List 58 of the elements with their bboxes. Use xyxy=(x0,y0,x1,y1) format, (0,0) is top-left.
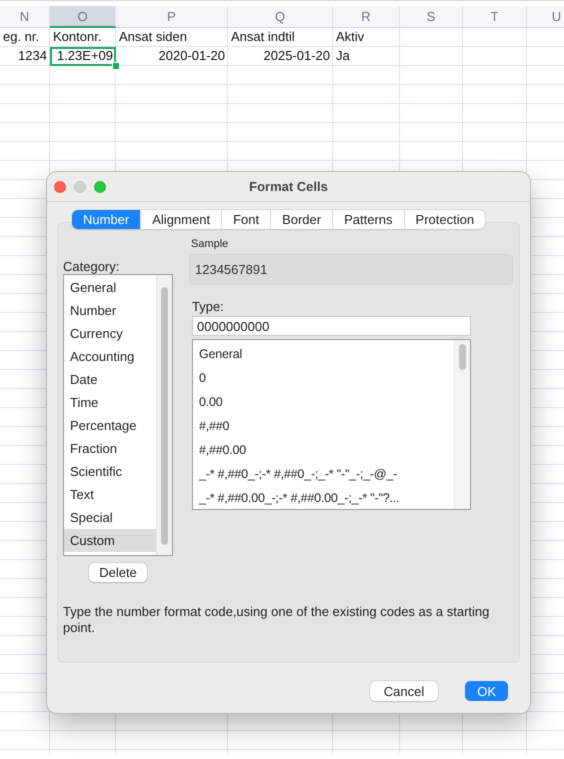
minimize-icon[interactable] xyxy=(74,180,86,192)
list-item[interactable]: General xyxy=(193,342,454,366)
column-header[interactable]: P xyxy=(116,6,228,28)
list-item[interactable]: Percentage xyxy=(64,414,156,437)
list-item[interactable]: #,##0.00 xyxy=(193,438,454,462)
table-cell[interactable]: 2020-01-20 xyxy=(116,47,228,66)
tab[interactable]: Number xyxy=(72,210,140,229)
column-header[interactable]: T xyxy=(463,6,527,28)
description-text: Type the number format code,using one of the existing codes as a starting point. xyxy=(63,604,490,636)
list-item[interactable]: 0 xyxy=(193,366,454,390)
list-item[interactable]: Currency xyxy=(64,322,156,345)
table-cell[interactable]: Kontonr. xyxy=(50,28,116,47)
list-item[interactable]: Time xyxy=(64,391,156,414)
category-label: Category: xyxy=(63,259,120,274)
list-item[interactable]: Custom xyxy=(64,529,156,552)
list-item[interactable]: General xyxy=(64,276,156,299)
type-label: Type: xyxy=(191,299,225,314)
tab[interactable]: Alignment xyxy=(140,210,222,229)
cancel-button[interactable]: Cancel xyxy=(370,681,438,701)
sample-label: Sample xyxy=(190,237,230,251)
scrollbar-thumb[interactable] xyxy=(459,344,466,370)
table-cell[interactable]: Ja xyxy=(333,47,400,66)
ok-button[interactable]: OK xyxy=(465,681,508,701)
tab[interactable]: Border xyxy=(270,210,332,229)
table-cell[interactable]: 1234 xyxy=(0,47,50,66)
list-item[interactable]: Scientific xyxy=(64,460,156,483)
column-header[interactable]: N xyxy=(0,6,50,28)
column-header[interactable]: R xyxy=(333,6,400,28)
scrollbar-thumb[interactable] xyxy=(161,287,168,545)
column-header[interactable]: S xyxy=(400,6,463,28)
table-cell[interactable]: 2025-01-20 xyxy=(228,47,333,66)
close-icon[interactable] xyxy=(54,180,66,192)
category-list[interactable]: General Number Currency Accounting Date Time Percentage Fraction Scientific Text Special Custom xyxy=(63,274,173,556)
column-header[interactable]: Q xyxy=(228,6,333,28)
list-item[interactable]: Date xyxy=(64,368,156,391)
table-cell[interactable]: Ansat indtil xyxy=(228,28,333,47)
format-list[interactable]: General 0 0.00 #,##0 #,##0.00 _-* #,##0_-;-* #,##0_-;_-* "-"_-;_-@_- _-* #,##0.00_-;-* #,##0.00_-;_-* "-"?... xyxy=(192,339,471,510)
tab[interactable]: Protection xyxy=(404,210,486,229)
list-item[interactable]: _-* #,##0.00_-;-* #,##0.00_-;_-* "-"?... xyxy=(193,486,454,510)
list-item[interactable]: #,##0 xyxy=(193,414,454,438)
table-cell[interactable]: eg. nr. xyxy=(0,28,50,47)
sample-field: 1234567891 xyxy=(189,254,513,285)
tab[interactable]: Patterns xyxy=(332,210,404,229)
list-item[interactable]: 0.00 xyxy=(193,390,454,414)
input-field[interactable]: 0000000000 xyxy=(192,316,471,336)
table-cell[interactable]: Ansat siden xyxy=(116,28,228,47)
window-title: Format Cells xyxy=(249,179,328,194)
list-item[interactable]: Accounting xyxy=(64,345,156,368)
list-item[interactable]: Fraction xyxy=(64,437,156,460)
zoom-icon[interactable] xyxy=(94,180,106,192)
column-header[interactable]: U xyxy=(527,6,564,28)
list-item[interactable]: Number xyxy=(64,299,156,322)
list-item[interactable]: Text xyxy=(64,483,156,506)
list-item[interactable]: Special xyxy=(64,506,156,529)
list-item[interactable]: _-* #,##0_-;-* #,##0_-;_-* "-"_-;_-@_- xyxy=(193,462,454,486)
tab[interactable]: Font xyxy=(221,210,270,229)
table-cell[interactable]: Aktiv xyxy=(333,28,400,47)
delete-button[interactable]: Delete xyxy=(89,563,147,582)
